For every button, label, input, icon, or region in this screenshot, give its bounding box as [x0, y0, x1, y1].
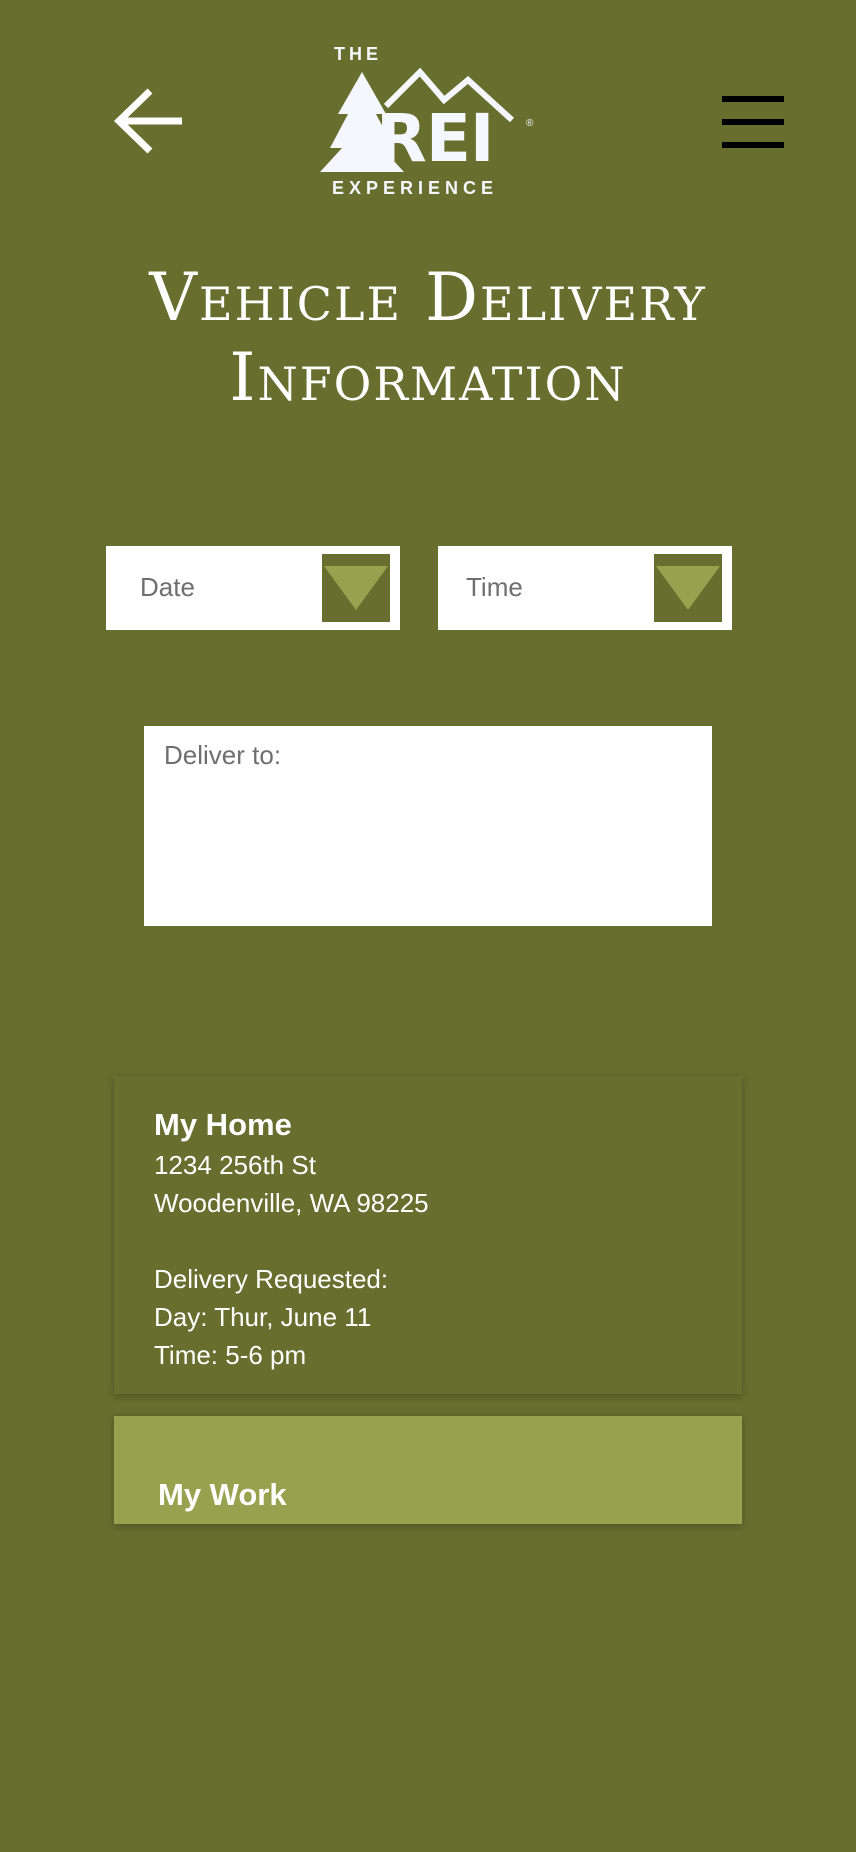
- address-name: My Work: [158, 1477, 287, 1512]
- address-name: My Home: [154, 1107, 292, 1142]
- deliver-to-placeholder: Deliver to:: [164, 740, 282, 770]
- triangle-down-icon: [324, 566, 388, 610]
- time-dropdown-button[interactable]: [654, 554, 722, 622]
- menu-button[interactable]: [720, 94, 786, 150]
- hamburger-menu-icon: [722, 96, 784, 148]
- back-button[interactable]: [112, 86, 186, 156]
- address-street: 1234 256th St: [154, 1150, 316, 1180]
- time-select-label: Time: [466, 572, 523, 602]
- delivery-time: Time: 5-6 pm: [154, 1340, 307, 1370]
- delivery-requested-label: Delivery Requested:: [154, 1264, 389, 1294]
- page-title: Vehicle Delivery Information: [0, 258, 856, 418]
- page-title-line-2: Information: [229, 339, 627, 416]
- page-title-line-1: Vehicle Delivery: [149, 259, 707, 336]
- address-city: Woodenville, WA 98225: [154, 1188, 429, 1218]
- address-street: 1234 Ramsey Ave: [158, 1516, 742, 1524]
- logo-text-experience: EXPERIENCE: [332, 178, 499, 198]
- date-select-label: Date: [140, 572, 195, 602]
- date-dropdown-button[interactable]: [322, 554, 390, 622]
- logo-text-rei: REI: [376, 100, 494, 177]
- registered-mark: ®: [526, 118, 534, 129]
- date-select[interactable]: Date: [106, 546, 400, 630]
- delivery-day: Day: Thur, June 11: [154, 1302, 372, 1332]
- time-select[interactable]: Time: [438, 546, 732, 630]
- address-card-home[interactable]: My Home 1234 256th St Woodenville, WA 98…: [114, 1076, 742, 1394]
- rei-logo: THE REI ® EXPERIENCE: [316, 44, 542, 204]
- arrow-left-icon: [113, 88, 182, 154]
- address-card-work[interactable]: My Work 1234 Ramsey Ave: [114, 1416, 742, 1524]
- deliver-to-input[interactable]: Deliver to:: [144, 726, 712, 926]
- triangle-down-icon: [656, 566, 720, 610]
